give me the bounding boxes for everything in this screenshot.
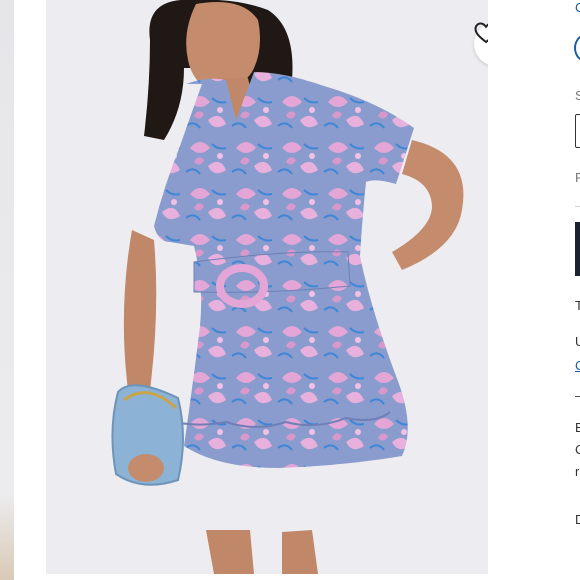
buy-button[interactable]	[575, 222, 580, 276]
detail-fragment: U	[575, 334, 580, 349]
product-illustration	[111, 0, 464, 574]
size-option[interactable]	[575, 114, 580, 148]
detail-fragment: r	[575, 464, 580, 479]
product-photo[interactable]	[46, 0, 488, 574]
legs	[206, 530, 254, 574]
detail-fragment[interactable]: C	[575, 0, 580, 15]
heart-icon	[474, 22, 488, 44]
detail-fragment: T	[575, 298, 580, 313]
detail-fragment: S	[575, 88, 580, 103]
detail-link[interactable]: C	[575, 358, 580, 373]
detail-fragment: D	[575, 512, 580, 527]
adjacent-photo-edge[interactable]	[0, 0, 14, 580]
detail-fragment: E	[575, 420, 580, 435]
divider	[575, 206, 580, 207]
hand	[128, 454, 164, 482]
detail-fragment: –	[575, 388, 580, 403]
detail-fragment: C	[575, 442, 580, 457]
detail-fragment: F	[575, 170, 580, 185]
legs	[282, 530, 318, 574]
product-details-panel: C S F T U C – E C r D	[570, 0, 580, 580]
color-swatch[interactable]	[574, 34, 580, 62]
